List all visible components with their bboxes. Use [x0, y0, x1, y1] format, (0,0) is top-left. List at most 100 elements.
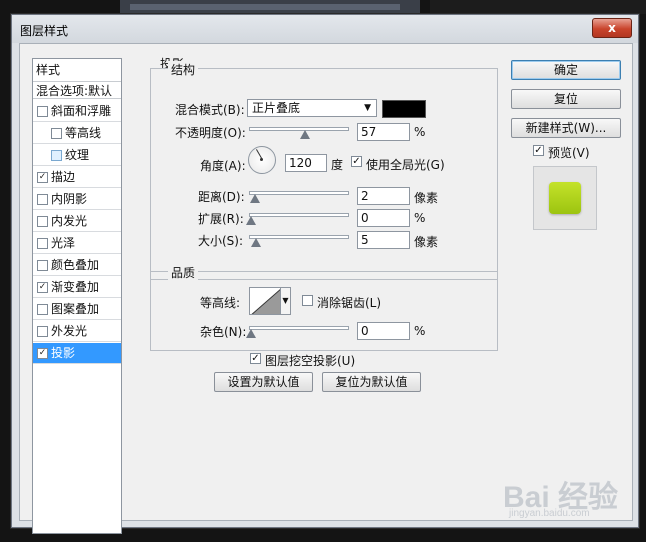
style-item-checkbox[interactable]: ✓: [37, 348, 48, 359]
chevron-down-icon: ▼: [282, 296, 289, 305]
reset-default-button[interactable]: 复位为默认值: [322, 372, 421, 392]
style-item-checkbox[interactable]: [51, 128, 62, 139]
style-item-label: 图案叠加: [51, 302, 100, 316]
checkmark-icon: ✓: [251, 353, 260, 364]
angle-label: 角度(A):: [200, 159, 246, 173]
style-item-checkbox[interactable]: [37, 216, 48, 227]
angle-input[interactable]: 120: [285, 154, 327, 172]
noise-unit: %: [414, 324, 426, 338]
quality-title: 品质: [168, 264, 199, 281]
style-item-1[interactable]: 斜面和浮雕: [33, 101, 121, 122]
spread-input[interactable]: 0: [357, 209, 410, 227]
style-list: 样式 混合选项:默认 斜面和浮雕 等高线 纹理 ✓ 描边 内阴影 内发光 光泽 颜色叠加 ✓ 渐变叠…: [32, 58, 122, 534]
contour-picker[interactable]: [249, 287, 281, 315]
spread-slider-thumb[interactable]: [246, 216, 256, 225]
size-unit: 像素: [414, 235, 439, 249]
style-item-label: 内阴影: [51, 192, 88, 206]
checkmark-icon: ✓: [534, 145, 543, 156]
new-style-button[interactable]: 新建样式(W)...: [511, 118, 621, 138]
chevron-down-icon: ▼: [364, 103, 371, 113]
preview-swatch: [533, 166, 597, 230]
style-item-checkbox[interactable]: [37, 326, 48, 337]
style-item-label: 纹理: [65, 148, 90, 162]
global-light-label: 使用全局光(G): [366, 158, 445, 172]
ok-button[interactable]: 确定: [511, 60, 621, 80]
style-item-3[interactable]: 纹理: [33, 145, 121, 166]
style-item-checkbox[interactable]: [37, 194, 48, 205]
size-slider-track[interactable]: [249, 235, 349, 239]
background-app-strip: [130, 4, 400, 10]
style-item-checkbox[interactable]: [37, 238, 48, 249]
spread-label: 扩展(R):: [198, 212, 244, 226]
background-app-area: [430, 0, 646, 14]
blend-mode-value: 正片叠底: [252, 101, 301, 115]
style-item-5[interactable]: 内阴影: [33, 189, 121, 210]
make-default-button[interactable]: 设置为默认值: [214, 372, 313, 392]
style-item-2[interactable]: 等高线: [33, 123, 121, 144]
style-item-checkbox[interactable]: [37, 260, 48, 271]
opacity-unit: %: [414, 125, 426, 139]
reset-button[interactable]: 复位: [511, 89, 621, 109]
opacity-label: 不透明度(O):: [175, 126, 246, 140]
style-item-10[interactable]: 图案叠加: [33, 299, 121, 320]
close-button[interactable]: x: [592, 18, 632, 38]
knockout-checkbox[interactable]: ✓: [250, 353, 261, 364]
size-label: 大小(S):: [198, 234, 244, 248]
preview-thumbnail: [549, 182, 581, 214]
distance-input[interactable]: 2: [357, 187, 410, 205]
opacity-slider-track[interactable]: [249, 127, 349, 131]
style-item-checkbox[interactable]: ✓: [37, 172, 48, 183]
size-input[interactable]: 5: [357, 231, 410, 249]
global-light-checkbox[interactable]: ✓: [351, 156, 362, 167]
opacity-slider-thumb[interactable]: [300, 130, 310, 139]
preview-checkbox[interactable]: ✓: [533, 145, 544, 156]
style-item-checkbox[interactable]: [51, 150, 62, 161]
style-item-7[interactable]: 光泽: [33, 233, 121, 254]
style-item-label: 内发光: [51, 214, 88, 228]
style-item-4[interactable]: ✓ 描边: [33, 167, 121, 188]
angle-unit: 度: [331, 158, 344, 172]
blend-mode-select[interactable]: 正片叠底 ▼: [247, 99, 377, 117]
contour-curve-icon: [251, 289, 280, 314]
style-item-label: 投影: [51, 346, 76, 360]
style-item-label: 光泽: [51, 236, 76, 250]
anti-alias-label: 消除锯齿(L): [317, 296, 382, 310]
style-item-checkbox[interactable]: [37, 304, 48, 315]
contour-label: 等高线:: [200, 296, 241, 310]
noise-slider-track[interactable]: [249, 326, 349, 330]
style-item-checkbox[interactable]: ✓: [37, 282, 48, 293]
layer-style-dialog: 图层样式 x 样式 混合选项:默认 斜面和浮雕等高线纹理 ✓ 描边内阴影内发光光泽颜…: [11, 14, 639, 534]
angle-dial-center: [260, 158, 263, 161]
style-item-label: 等高线: [65, 126, 102, 140]
noise-label: 杂色(N):: [200, 325, 247, 339]
blend-mode-label: 混合模式(B):: [175, 103, 245, 117]
knockout-label: 图层挖空投影(U): [265, 354, 356, 368]
style-item-6[interactable]: 内发光: [33, 211, 121, 232]
dialog-title: 图层样式: [20, 24, 69, 38]
style-item-12[interactable]: ✓ 投影: [33, 343, 121, 364]
blend-options-item[interactable]: 混合选项:默认: [33, 81, 121, 99]
distance-slider-thumb[interactable]: [250, 194, 260, 203]
size-slider-thumb[interactable]: [251, 238, 261, 247]
anti-alias-checkbox[interactable]: [302, 295, 313, 306]
style-list-header[interactable]: 样式: [36, 61, 60, 78]
checkmark-icon: ✓: [352, 156, 361, 167]
style-item-label: 斜面和浮雕: [51, 104, 112, 118]
style-item-label: 渐变叠加: [51, 280, 100, 294]
distance-slider-track[interactable]: [249, 191, 349, 195]
structure-title: 结构: [168, 61, 199, 78]
watermark-url: jingyan.baidu.com: [509, 508, 590, 519]
contour-dropdown-arrow[interactable]: ▼: [281, 287, 291, 315]
style-item-9[interactable]: ✓ 渐变叠加: [33, 277, 121, 298]
style-item-label: 颜色叠加: [51, 258, 100, 272]
dialog-titlebar[interactable]: 图层样式 x: [12, 15, 638, 43]
style-item-8[interactable]: 颜色叠加: [33, 255, 121, 276]
noise-slider-thumb[interactable]: [246, 329, 256, 338]
style-item-11[interactable]: 外发光: [33, 321, 121, 342]
style-item-label: 外发光: [51, 324, 88, 338]
opacity-input[interactable]: 57: [357, 123, 410, 141]
shadow-color-swatch[interactable]: [382, 100, 426, 118]
noise-input[interactable]: 0: [357, 322, 410, 340]
spread-slider-track[interactable]: [249, 213, 349, 217]
style-item-checkbox[interactable]: [37, 106, 48, 117]
